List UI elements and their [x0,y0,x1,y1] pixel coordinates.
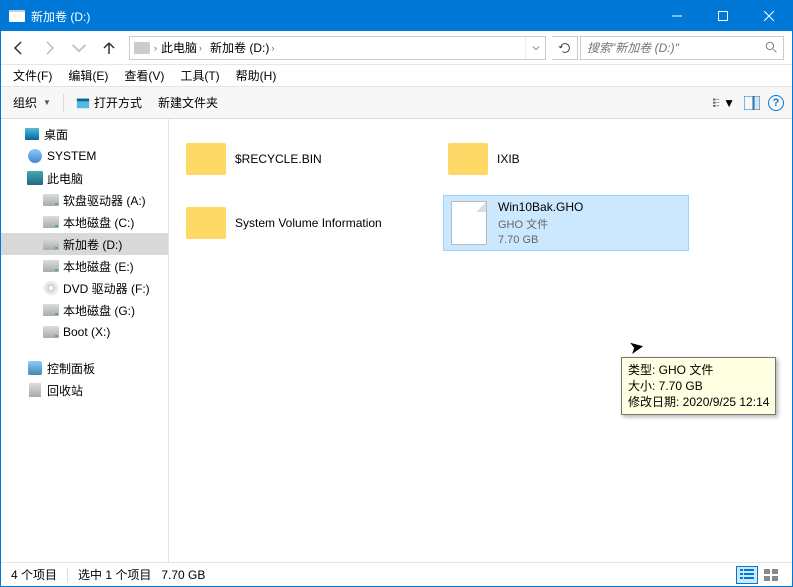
tree-floppy-a[interactable]: 软盘驱动器 (A:) [1,189,168,211]
search-icon[interactable] [759,41,783,54]
tree-disk-g[interactable]: 本地磁盘 (G:) [1,299,168,321]
folder-svi[interactable]: System Volume Information [181,195,427,251]
cursor-icon: ➤ [627,336,646,359]
file-name: System Volume Information [235,216,382,230]
separator [67,568,68,582]
tree-control-panel[interactable]: 控制面板 [1,357,168,379]
drive-icon [134,42,150,54]
drive-icon [9,10,25,22]
search-box[interactable] [580,36,784,60]
file-icon [451,201,487,245]
title-bar: 新加卷 (D:) [1,1,792,31]
maximize-button[interactable] [700,1,746,31]
address-dropdown[interactable] [525,37,545,59]
tree-system[interactable]: SYSTEM [1,145,168,167]
tree-boot-x[interactable]: Boot (X:) [1,321,168,343]
folder-recyclebin[interactable]: $RECYCLE.BIN [181,131,427,187]
tree-recycle-bin[interactable]: 回收站 [1,379,168,401]
breadcrumb-drive[interactable]: 新加卷 (D:)› [206,37,278,59]
menu-file[interactable]: 文件(F) [7,65,58,86]
close-button[interactable] [746,1,792,31]
file-list[interactable]: $RECYCLE.BIN IXIB System Volume Informat… [169,119,792,562]
file-size: 7.70 GB [498,234,583,246]
tooltip: 类型: GHO 文件 大小: 7.70 GB 修改日期: 2020/9/25 1… [621,357,776,415]
address-bar[interactable]: › 此电脑› 新加卷 (D:)› [129,36,546,60]
open-with-button[interactable]: 打开方式 [72,92,146,113]
folder-icon [186,143,226,175]
status-selection: 选中 1 个项目 [78,566,151,583]
tree-disk-d[interactable]: 新加卷 (D:) [1,233,168,255]
file-name: $RECYCLE.BIN [235,152,322,166]
recent-dropdown[interactable] [65,35,93,61]
back-button[interactable] [5,35,33,61]
status-bar: 4 个项目 选中 1 个项目 7.70 GB [1,562,792,586]
help-button[interactable]: ? [768,95,784,111]
folder-ixib[interactable]: IXIB [443,131,689,187]
folder-icon [448,143,488,175]
status-count: 4 个项目 [11,566,57,583]
search-input[interactable] [581,41,759,55]
nav-tree: 桌面 SYSTEM 此电脑 软盘驱动器 (A:) 本地磁盘 (C:) 新加卷 (… [1,119,169,562]
file-name: Win10Bak.GHO [498,200,583,214]
tooltip-date: 修改日期: 2020/9/25 12:14 [628,394,769,410]
breadcrumb-pc[interactable]: 此电脑› [157,37,206,59]
menu-view[interactable]: 查看(V) [118,65,170,86]
menu-edit[interactable]: 编辑(E) [62,65,114,86]
file-name: IXIB [497,152,520,166]
preview-pane-button[interactable] [740,92,764,114]
nav-bar: › 此电脑› 新加卷 (D:)› [1,31,792,65]
file-win10bak-gho[interactable]: Win10Bak.GHO GHO 文件 7.70 GB [443,195,689,251]
new-folder-button[interactable]: 新建文件夹 [154,92,222,113]
window-title: 新加卷 (D:) [31,8,654,25]
organize-button[interactable]: 组织▼ [9,92,55,113]
view-options-button[interactable]: ▼ [712,92,736,114]
details-view-button[interactable] [736,566,758,584]
tooltip-type: 类型: GHO 文件 [628,362,769,378]
menu-help[interactable]: 帮助(H) [230,65,283,86]
tree-disk-c[interactable]: 本地磁盘 (C:) [1,211,168,233]
status-size: 7.70 GB [161,568,205,582]
separator [63,94,64,112]
tree-disk-e[interactable]: 本地磁盘 (E:) [1,255,168,277]
file-type: GHO 文件 [498,216,583,232]
minimize-button[interactable] [654,1,700,31]
menu-bar: 文件(F) 编辑(E) 查看(V) 工具(T) 帮助(H) [1,65,792,87]
folder-icon [186,207,226,239]
tree-dvd-f[interactable]: DVD 驱动器 (F:) [1,277,168,299]
toolbar: 组织▼ 打开方式 新建文件夹 ▼ ? [1,87,792,119]
menu-tools[interactable]: 工具(T) [174,65,225,86]
refresh-button[interactable] [552,36,578,60]
up-button[interactable] [95,35,123,61]
tooltip-size: 大小: 7.70 GB [628,378,769,394]
large-icons-view-button[interactable] [760,566,782,584]
tree-desktop[interactable]: 桌面 [1,123,168,145]
forward-button[interactable] [35,35,63,61]
tree-this-pc[interactable]: 此电脑 [1,167,168,189]
